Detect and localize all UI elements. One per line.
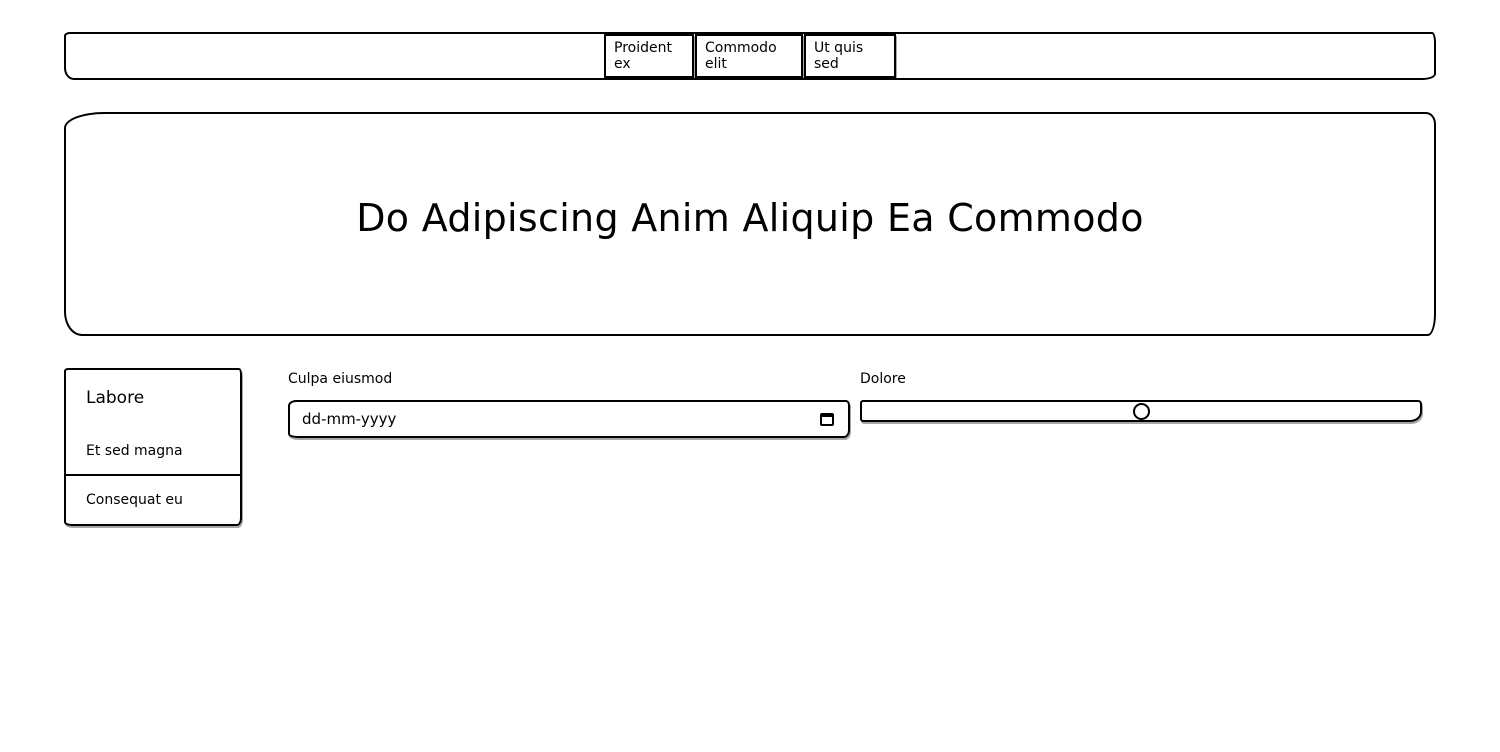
sidebar-title: Labore <box>86 388 145 408</box>
nav-group: Proident ex Commodo elit Ut quis sed <box>604 34 896 78</box>
date-field-label: Culpa eiusmod <box>288 371 393 387</box>
hero-banner: Do Adipiscing Anim Aliquip Ea Commodo <box>64 112 1436 336</box>
date-input-placeholder: dd-mm-yyyy <box>302 410 397 428</box>
sidebar-menu: Labore Et sed magna Consequat eu <box>64 368 242 526</box>
hero-title: Do Adipiscing Anim Aliquip Ea Commodo <box>356 196 1144 240</box>
nav-item-proident-ex[interactable]: Proident ex <box>604 34 694 78</box>
sidebar-item-consequat-eu[interactable]: Consequat eu <box>66 476 240 524</box>
date-input[interactable]: dd-mm-yyyy <box>288 400 850 438</box>
nav-item-ut-quis-sed[interactable]: Ut quis sed <box>804 34 896 78</box>
range-field-label: Dolore <box>860 371 906 387</box>
calendar-icon[interactable] <box>820 412 834 426</box>
top-navbar: Proident ex Commodo elit Ut quis sed <box>64 32 1436 80</box>
nav-item-commodo-elit[interactable]: Commodo elit <box>695 34 803 78</box>
page: Proident ex Commodo elit Ut quis sed Do … <box>0 0 1500 752</box>
range-slider-thumb[interactable] <box>1133 403 1150 420</box>
range-slider[interactable] <box>860 400 1422 422</box>
sidebar-item-et-sed-magna[interactable]: Et sed magna <box>66 428 240 476</box>
